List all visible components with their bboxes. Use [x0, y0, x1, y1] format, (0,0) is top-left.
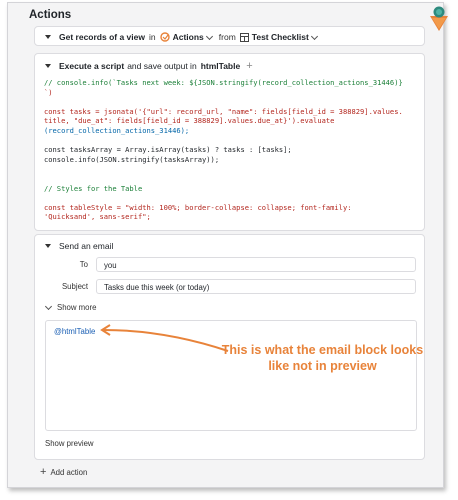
code-line: const tableStyle = "width: 100%; border-…	[44, 202, 352, 212]
chevron-down-icon[interactable]	[310, 32, 318, 40]
get-records-block[interactable]: Get records of a view in Actions from Te…	[34, 26, 425, 46]
send-email-header: Send an email	[45, 241, 113, 251]
code-line: `)	[44, 87, 53, 97]
to-label: To	[79, 260, 88, 269]
code-line: title, "due_at": fields[field_id = 38882…	[44, 116, 335, 126]
show-more-label: Show more	[57, 303, 97, 312]
from-label: from	[218, 32, 236, 42]
collapse-caret-icon[interactable]	[45, 35, 51, 39]
show-preview-button[interactable]: Show preview	[45, 439, 94, 448]
code-line: console.info(JSON.stringify(tasksArray))…	[44, 154, 220, 164]
table-icon	[239, 32, 249, 42]
collapse-caret-icon[interactable]	[45, 64, 51, 68]
code-line: const tasks = jsonata('{"url": record_ur…	[44, 106, 403, 116]
code-line: const tasksArray = Array.isArray(tasks) …	[44, 145, 292, 155]
execute-script-header: Execute a script and save output in html…	[45, 60, 253, 72]
app-logo-icon	[430, 6, 448, 31]
get-records-header: Get records of a view in Actions from Te…	[45, 32, 320, 42]
plus-icon: +	[40, 466, 47, 478]
in-label: in	[148, 32, 156, 42]
execute-script-label: Execute a script	[59, 61, 125, 71]
annotation-text: This is what the email block looks like …	[215, 342, 430, 374]
subject-field[interactable]: Tasks due this week (or today)	[96, 279, 416, 294]
annotation-line: This is what the email block looks	[221, 343, 424, 357]
collapse-caret-icon[interactable]	[45, 244, 51, 248]
code-line: // Styles for the Table	[44, 183, 143, 193]
script-editor[interactable]: // console.info(`Tasks next week: ${JSON…	[36, 76, 421, 223]
chevron-down-icon	[44, 302, 53, 311]
code-line: // console.info(`Tasks next week: ${JSON…	[44, 78, 403, 87]
section-title: Actions	[29, 9, 72, 21]
annotation-line: like not in preview	[268, 359, 377, 373]
subject-label: Subject	[61, 282, 88, 291]
add-action-button[interactable]: + Add action	[40, 466, 87, 478]
to-field[interactable]: you	[96, 257, 416, 272]
html-table-token: @htmlTable	[54, 327, 96, 336]
code-line: 'Quicksand', sans-serif";	[44, 212, 151, 222]
get-records-label: Get records of a view	[59, 32, 145, 42]
view-select[interactable]: Actions	[173, 32, 204, 42]
chevron-down-icon[interactable]	[205, 32, 213, 40]
add-output-icon[interactable]: +	[246, 60, 252, 72]
view-icon	[159, 32, 170, 42]
send-email-label: Send an email	[59, 241, 114, 251]
code-line: (record_collection_actions_31446);	[44, 125, 190, 135]
annotation-arrow-icon	[100, 324, 229, 352]
output-variable[interactable]: htmlTable	[201, 61, 241, 71]
save-output-label: and save output in	[127, 61, 197, 71]
add-action-label: Add action	[50, 467, 88, 477]
table-select[interactable]: Test Checklist	[252, 32, 309, 42]
show-more-toggle[interactable]: Show more	[44, 302, 97, 312]
